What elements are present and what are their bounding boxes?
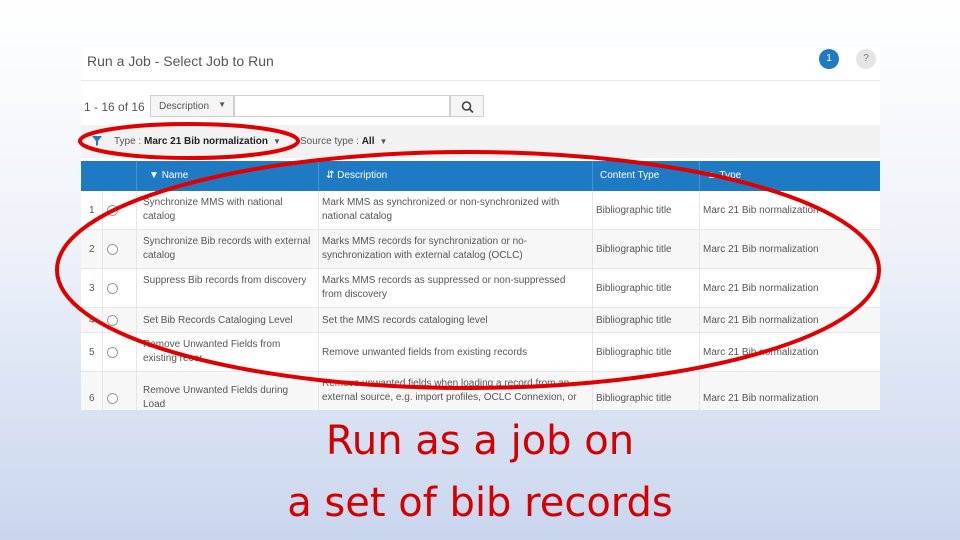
filter-highlight-ellipse [78,122,300,160]
caption-line-2: a set of bib records [287,480,673,526]
table-highlight-ellipse [55,150,881,390]
caption-line-1: Run as a job on [325,418,635,464]
